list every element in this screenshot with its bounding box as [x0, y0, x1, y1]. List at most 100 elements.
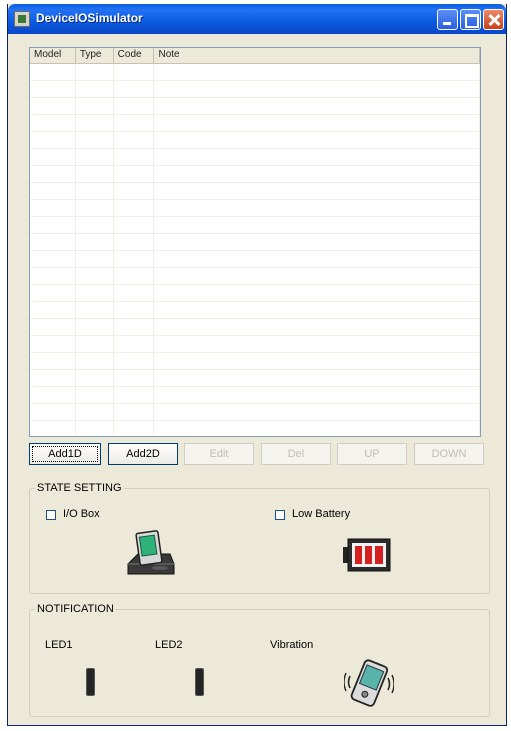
led1-label: LED1	[45, 639, 73, 651]
table-cell	[154, 302, 480, 318]
table-cell	[154, 81, 480, 97]
table-cell	[154, 217, 480, 233]
add1d-button[interactable]: Add1D	[29, 443, 101, 465]
table-cell	[76, 421, 114, 436]
table-row	[30, 217, 480, 234]
table-cell	[76, 285, 114, 301]
table-cell	[76, 183, 114, 199]
table-cell	[154, 336, 480, 352]
table-cell	[114, 183, 155, 199]
table-cell	[30, 268, 76, 284]
table-cell	[30, 336, 76, 352]
table-cell	[30, 81, 76, 97]
table-cell	[154, 421, 480, 436]
table-row	[30, 251, 480, 268]
table-cell	[154, 370, 480, 386]
table-row	[30, 336, 480, 353]
table-cell	[114, 81, 155, 97]
list-header: Model Type Code Note	[30, 48, 480, 64]
table-cell	[154, 319, 480, 335]
table-cell	[76, 166, 114, 182]
table-row	[30, 149, 480, 166]
device-list[interactable]: Model Type Code Note	[29, 47, 481, 437]
list-toolbar: Add1D Add2D Edit Del UP DOWN	[29, 443, 484, 465]
table-cell	[76, 268, 114, 284]
table-cell	[30, 319, 76, 335]
table-cell	[154, 149, 480, 165]
table-cell	[30, 285, 76, 301]
table-row	[30, 64, 480, 81]
table-cell	[30, 200, 76, 216]
app-icon[interactable]	[14, 11, 30, 27]
low-battery-label[interactable]: Low Battery	[292, 508, 350, 520]
table-cell	[30, 183, 76, 199]
table-cell	[114, 404, 155, 420]
table-row	[30, 268, 480, 285]
table-cell	[154, 98, 480, 114]
state-setting-group: STATE SETTING I/O Box Low Battery	[29, 482, 490, 594]
table-row	[30, 183, 480, 200]
table-cell	[114, 421, 155, 436]
column-header-note[interactable]: Note	[154, 48, 480, 63]
add2d-button[interactable]: Add2D	[108, 443, 178, 465]
table-row	[30, 404, 480, 421]
table-cell	[30, 387, 76, 403]
vibration-label: Vibration	[270, 639, 314, 651]
table-cell	[76, 132, 114, 148]
column-header-code[interactable]: Code	[114, 48, 155, 63]
table-cell	[30, 98, 76, 114]
notification-legend: NOTIFICATION	[35, 603, 116, 615]
del-button[interactable]: Del	[261, 443, 331, 465]
table-cell	[154, 115, 480, 131]
table-cell	[114, 64, 155, 80]
table-cell	[76, 200, 114, 216]
table-row	[30, 98, 480, 115]
table-cell	[114, 200, 155, 216]
table-cell	[76, 370, 114, 386]
table-cell	[114, 370, 155, 386]
battery-icon	[343, 538, 391, 572]
table-row	[30, 234, 480, 251]
table-cell	[76, 115, 114, 131]
table-cell	[154, 64, 480, 80]
led1-indicator	[86, 668, 95, 696]
table-cell	[114, 285, 155, 301]
io-box-checkbox[interactable]	[46, 510, 56, 520]
table-cell	[76, 336, 114, 352]
table-cell	[154, 132, 480, 148]
table-cell	[30, 370, 76, 386]
low-battery-checkbox[interactable]	[275, 510, 285, 520]
table-cell	[114, 132, 155, 148]
table-cell	[76, 234, 114, 250]
maximize-button[interactable]	[460, 9, 481, 30]
cradle-icon	[127, 530, 175, 575]
table-cell	[30, 251, 76, 267]
table-cell	[76, 98, 114, 114]
led2-label: LED2	[155, 639, 183, 651]
io-box-label[interactable]: I/O Box	[63, 508, 100, 520]
table-row	[30, 353, 480, 370]
table-row	[30, 285, 480, 302]
minimize-button[interactable]	[437, 9, 458, 30]
table-cell	[76, 81, 114, 97]
table-row	[30, 370, 480, 387]
table-cell	[114, 149, 155, 165]
table-cell	[154, 183, 480, 199]
table-cell	[114, 115, 155, 131]
column-header-type[interactable]: Type	[76, 48, 114, 63]
table-cell	[114, 98, 155, 114]
up-button[interactable]: UP	[337, 443, 407, 465]
table-cell	[114, 302, 155, 318]
column-header-model[interactable]: Model	[30, 48, 76, 63]
title-bar[interactable]: DeviceIOSimulator	[8, 4, 506, 34]
table-cell	[76, 251, 114, 267]
list-body[interactable]	[30, 64, 480, 436]
edit-button[interactable]: Edit	[184, 443, 254, 465]
table-cell	[76, 353, 114, 369]
close-button[interactable]	[483, 9, 504, 30]
table-cell	[30, 149, 76, 165]
down-button[interactable]: DOWN	[414, 443, 484, 465]
table-cell	[154, 166, 480, 182]
table-cell	[114, 336, 155, 352]
table-cell	[154, 387, 480, 403]
